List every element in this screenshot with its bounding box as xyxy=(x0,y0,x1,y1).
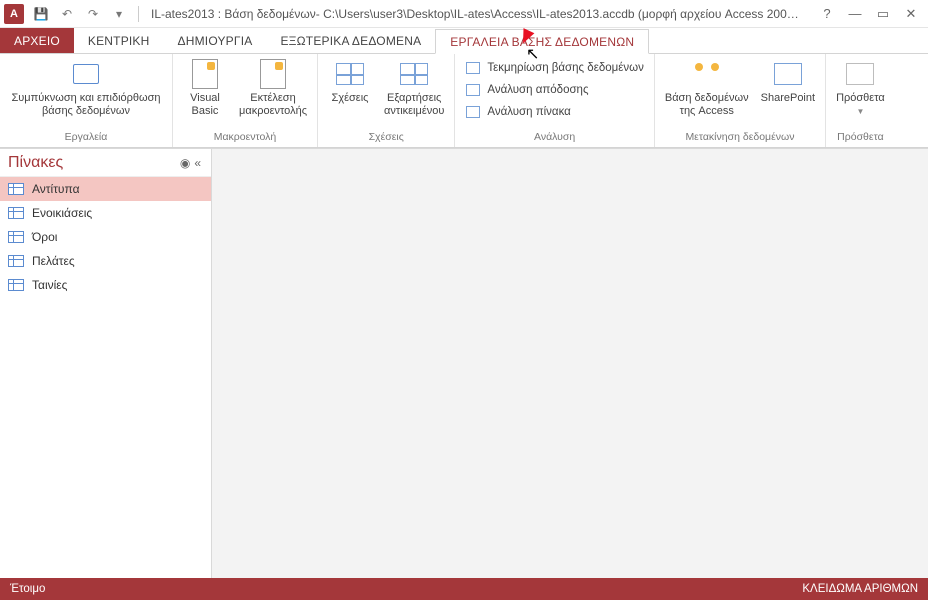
group-relations-label: Σχέσεις xyxy=(324,131,448,147)
nav-pane-title: Πίνακες xyxy=(8,154,63,172)
access-database-button[interactable]: Βάση δεδομένων της Access xyxy=(661,56,753,120)
tab-create[interactable]: ΔΗΜΙΟΥΡΓΙΑ xyxy=(164,28,267,53)
table-icon xyxy=(8,207,24,219)
visual-basic-label: Visual Basic xyxy=(190,92,220,118)
compact-repair-button[interactable]: Συμπύκνωση και επιδιόρθωση βάσης δεδομέν… xyxy=(6,56,166,120)
nav-item[interactable]: Όροι xyxy=(0,225,211,249)
redo-icon[interactable]: ↷ xyxy=(82,3,104,25)
analyze-performance-button[interactable]: Ανάλυση απόδοσης xyxy=(461,80,647,100)
nav-item-label: Όροι xyxy=(32,230,57,244)
nav-item[interactable]: Ενοικιάσεις xyxy=(0,201,211,225)
close-icon[interactable]: ✕ xyxy=(898,3,924,25)
table-icon xyxy=(8,183,24,195)
quick-access-toolbar: 💾 ↶ ↷ ▾ xyxy=(30,3,143,25)
status-numlock: ΚΛΕΙΔΩΜΑ ΑΡΙΘΜΩΝ xyxy=(802,583,918,595)
restore-icon[interactable]: ▭ xyxy=(870,3,896,25)
object-dependencies-icon xyxy=(398,58,430,90)
group-analyze-label: Ανάλυση xyxy=(461,131,647,147)
analyze-performance-label: Ανάλυση απόδοσης xyxy=(487,84,588,96)
minimize-icon[interactable]: ― xyxy=(842,3,868,25)
nav-item[interactable]: Ταινίες xyxy=(0,273,211,297)
table-icon xyxy=(8,255,24,267)
nav-item-label: Αντίτυπα xyxy=(32,182,80,196)
run-macro-icon xyxy=(257,58,289,90)
nav-list: Αντίτυπα Ενοικιάσεις Όροι Πελάτες Ταινίες xyxy=(0,177,211,578)
group-tools-label: Εργαλεία xyxy=(6,131,166,147)
addins-button[interactable]: Πρόσθετα▼ xyxy=(832,56,889,120)
nav-item[interactable]: Πελάτες xyxy=(0,249,211,273)
app-icon: A xyxy=(4,4,24,24)
run-macro-label: Εκτέλεση μακροεντολής xyxy=(239,92,307,118)
relationships-button[interactable]: Σχέσεις xyxy=(324,56,376,107)
tab-home[interactable]: ΚΕΝΤΡΙΚΗ xyxy=(74,28,164,53)
sharepoint-icon xyxy=(772,58,804,90)
group-addins: Πρόσθετα▼ Πρόσθετα xyxy=(826,54,895,147)
nav-pane-header[interactable]: Πίνακες ◉ « xyxy=(0,149,211,177)
group-macro: Visual Basic Εκτέλεση μακροεντολής Μακρο… xyxy=(173,54,318,147)
tab-file[interactable]: ΑΡΧΕΙΟ xyxy=(0,28,74,53)
group-addins-label: Πρόσθετα xyxy=(832,131,889,147)
nav-item-label: Ταινίες xyxy=(32,278,67,292)
save-icon[interactable]: 💾 xyxy=(30,3,52,25)
group-analyze: Τεκμηρίωση βάσης δεδομένων Ανάλυση απόδο… xyxy=(455,54,654,147)
analyze-performance-icon xyxy=(465,82,481,98)
title-bar: A 💾 ↶ ↷ ▾ IL-ates2013 : Βάση δεδομένων- … xyxy=(0,0,928,28)
analyze-table-icon xyxy=(465,104,481,120)
database-documenter-button[interactable]: Τεκμηρίωση βάσης δεδομένων xyxy=(461,58,647,78)
nav-item-label: Ενοικιάσεις xyxy=(32,206,92,220)
addins-icon xyxy=(844,58,876,90)
ribbon: Συμπύκνωση και επιδιόρθωση βάσης δεδομέν… xyxy=(0,54,928,148)
status-ready: Έτοιμο xyxy=(10,583,45,595)
nav-collapse-icon[interactable]: « xyxy=(192,156,203,170)
analyze-table-button[interactable]: Ανάλυση πίνακα xyxy=(461,102,647,122)
table-icon xyxy=(8,279,24,291)
help-icon[interactable]: ? xyxy=(814,3,840,25)
access-database-icon xyxy=(691,58,723,90)
relationships-label: Σχέσεις xyxy=(332,92,369,105)
undo-icon[interactable]: ↶ xyxy=(56,3,78,25)
nav-dropdown-icon[interactable]: ◉ xyxy=(178,156,192,170)
window-title: IL-ates2013 : Βάση δεδομένων- C:\Users\u… xyxy=(143,7,814,21)
sharepoint-label: SharePoint xyxy=(761,92,815,105)
group-macro-label: Μακροεντολή xyxy=(179,131,311,147)
object-dependencies-button[interactable]: Εξαρτήσεις αντικειμένου xyxy=(380,56,448,120)
database-documenter-icon xyxy=(465,60,481,76)
visual-basic-button[interactable]: Visual Basic xyxy=(179,56,231,120)
sharepoint-button[interactable]: SharePoint xyxy=(757,56,819,107)
qat-customize-icon[interactable]: ▾ xyxy=(108,3,130,25)
addins-label: Πρόσθετα▼ xyxy=(836,92,885,118)
tab-database-tools[interactable]: ΕΡΓΑΛΕΙΑ ΒΑΣΗΣ ΔΕΔΟΜΕΝΩΝ xyxy=(435,29,649,54)
document-area xyxy=(212,148,928,578)
group-tools: Συμπύκνωση και επιδιόρθωση βάσης δεδομέν… xyxy=(0,54,173,147)
navigation-pane: Πίνακες ◉ « Αντίτυπα Ενοικιάσεις Όροι Πελάτ… xyxy=(0,148,212,578)
status-bar: Έτοιμο ΚΛΕΙΔΩΜΑ ΑΡΙΘΜΩΝ xyxy=(0,578,928,600)
ribbon-tabs: ΑΡΧΕΙΟ ΚΕΝΤΡΙΚΗ ΔΗΜΙΟΥΡΓΙΑ ΕΞΩΤΕΡΙΚΑ ΔΕΔ… xyxy=(0,28,928,54)
relationships-icon xyxy=(334,58,366,90)
tab-external-data[interactable]: ΕΞΩΤΕΡΙΚΑ ΔΕΔΟΜΕΝΑ xyxy=(266,28,435,53)
group-move-data-label: Μετακίνηση δεδομένων xyxy=(661,131,819,147)
workspace: Πίνακες ◉ « Αντίτυπα Ενοικιάσεις Όροι Πελάτ… xyxy=(0,148,928,578)
separator xyxy=(138,6,139,22)
nav-item-label: Πελάτες xyxy=(32,254,75,268)
table-icon xyxy=(8,231,24,243)
access-database-label: Βάση δεδομένων της Access xyxy=(665,92,749,118)
group-relations: Σχέσεις Εξαρτήσεις αντικειμένου Σχέσεις xyxy=(318,54,455,147)
run-macro-button[interactable]: Εκτέλεση μακροεντολής xyxy=(235,56,311,120)
compact-repair-label: Συμπύκνωση και επιδιόρθωση βάσης δεδομέν… xyxy=(11,92,160,118)
compact-repair-icon xyxy=(70,58,102,90)
nav-item[interactable]: Αντίτυπα xyxy=(0,177,211,201)
database-documenter-label: Τεκμηρίωση βάσης δεδομένων xyxy=(487,62,643,74)
visual-basic-icon xyxy=(189,58,221,90)
chevron-down-icon: ▼ xyxy=(856,107,864,116)
object-dependencies-label: Εξαρτήσεις αντικειμένου xyxy=(384,92,444,118)
group-move-data: Βάση δεδομένων της Access SharePoint Μετ… xyxy=(655,54,826,147)
analyze-table-label: Ανάλυση πίνακα xyxy=(487,106,570,118)
window-controls: ? ― ▭ ✕ xyxy=(814,3,924,25)
